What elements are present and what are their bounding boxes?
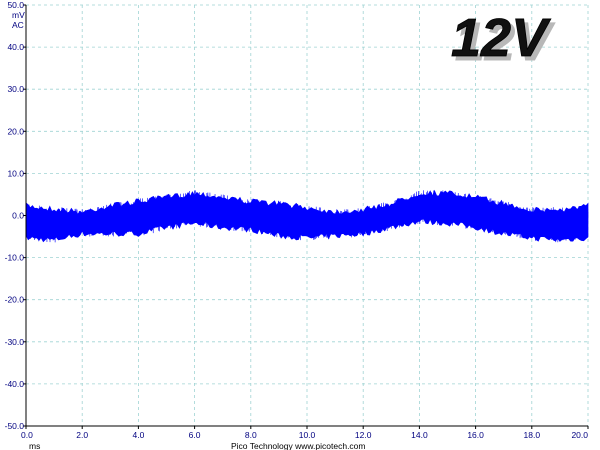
x-tick-label: 10.0 [299,430,316,440]
x-tick-label: 16.0 [467,430,484,440]
y-unit-label: mV [12,10,25,20]
x-tick-label: 0.0 [21,430,33,440]
chart-title: 12V [451,8,551,68]
y-tick-label: 40.0 [7,42,24,52]
x-tick-label: 6.0 [189,430,201,440]
x-tick-label: 20.0 [571,430,588,440]
y-tick-label: 30.0 [7,84,24,94]
scope-chart: 50.0 40.0 30.0 20.0 10.0 0.0 -10.0 -20.0 -30.0 -4… [5,0,589,450]
x-unit-label: ms [29,441,40,450]
x-tick-label: 18.0 [524,430,541,440]
y-tick-label: -40.0 [5,379,25,389]
x-tick-label: 8.0 [245,430,257,440]
x-tick-label: 14.0 [411,430,428,440]
y-tick-label: -30.0 [5,337,25,347]
y-tick-label: 20.0 [7,126,24,136]
y-tick-labels: 50.0 40.0 30.0 20.0 10.0 0.0 -10.0 -20.0 -30.0 -4… [5,0,25,431]
y-tick-label: 10.0 [7,168,24,178]
x-tick-labels: 0.0 2.0 4.0 6.0 8.0 10.0 12.0 14.0 16.0 18.0 20.0 [21,430,588,440]
y-tick-label: -20.0 [5,295,25,305]
x-tick-label: 2.0 [76,430,88,440]
x-tick-label: 12.0 [355,430,372,440]
y-tick-label: -10.0 [5,253,25,263]
footer-credit: Pico Technology www.picotech.com [231,441,366,450]
y-coupling-label: AC [12,20,24,30]
y-tick-label: 50.0 [7,0,24,10]
y-tick-label: 0.0 [12,211,24,221]
x-tick-label: 4.0 [132,430,144,440]
